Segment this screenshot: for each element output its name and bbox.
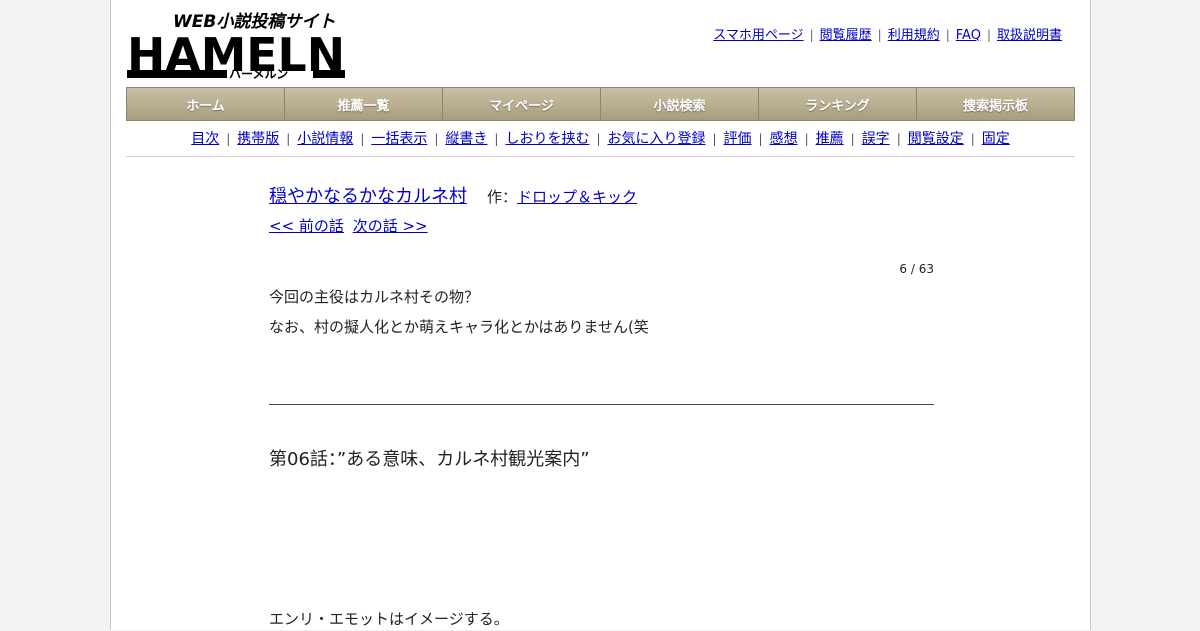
author-link[interactable]: ドロップ＆キック: [517, 188, 637, 206]
subnav-mobile[interactable]: 携帯版: [237, 131, 279, 147]
subnav-pin[interactable]: 固定: [982, 131, 1010, 147]
subnav-show-all[interactable]: 一括表示: [371, 131, 427, 147]
separator: |: [896, 132, 901, 146]
subnav-vertical[interactable]: 縦書き: [445, 131, 487, 147]
body-paragraph: エンリ・エモットはイメージする。: [269, 610, 509, 628]
subnav-comments[interactable]: 感想: [770, 131, 798, 147]
separator: |: [758, 132, 763, 146]
separator: |: [809, 28, 814, 42]
preface-divider: [269, 404, 934, 405]
author-prefix: 作：: [487, 188, 518, 206]
preface: 今回の主役はカルネ村その物？ なお、村の擬人化とか萌えキャラ化とかはありません(…: [269, 282, 934, 342]
subnav-novel-info[interactable]: 小説情報: [297, 131, 353, 147]
top-links: スマホ用ページ | 閲覧履歴 | 利用規約 | FAQ | 取扱説明書: [713, 24, 1062, 43]
top-link-faq[interactable]: FAQ: [956, 28, 981, 43]
separator: |: [712, 132, 717, 146]
novel-title-link[interactable]: 穏やかなるかなカルネ村: [269, 186, 467, 207]
top-link-smartphone[interactable]: スマホ用ページ: [713, 28, 803, 43]
episode-progress: 6 / 63: [899, 262, 934, 276]
chapter-body: エンリ・エモットはイメージする。: [269, 607, 934, 631]
separator: |: [970, 132, 975, 146]
novel-header: 穏やかなるかなカルネ村 作：ドロップ＆キック: [269, 183, 934, 211]
preface-line: 今回の主役はカルネ村その物？: [269, 288, 480, 306]
preface-line: なお、村の擬人化とか萌えキャラ化とかはありません(笑: [269, 318, 649, 336]
subnav-typo[interactable]: 誤字: [862, 131, 890, 147]
subnav-view-settings[interactable]: 閲覧設定: [908, 131, 964, 147]
page-container: WEB小説投稿サイト HAMELN ハーメルン スマホ用ページ | 閲覧履歴 | 利用規…: [110, 0, 1091, 630]
nav-mypage[interactable]: マイページ: [443, 88, 601, 120]
global-nav: ホーム 推薦一覧 マイページ 小説検索 ランキング 捜索掲示板: [126, 87, 1075, 121]
separator: |: [877, 28, 882, 42]
separator: |: [226, 132, 231, 146]
chapter-title: 第06話：”ある意味、カルネ村観光案内”: [269, 449, 590, 470]
next-episode-link[interactable]: 次の話 >>: [353, 217, 428, 235]
separator: |: [360, 132, 365, 146]
separator: |: [596, 132, 601, 146]
separator: |: [804, 132, 809, 146]
svg-text:ハーメルン: ハーメルン: [229, 67, 288, 80]
subnav-rating[interactable]: 評価: [724, 131, 752, 147]
nav-recommendations[interactable]: 推薦一覧: [285, 88, 443, 120]
nav-ranking[interactable]: ランキング: [759, 88, 917, 120]
top-link-manual[interactable]: 取扱説明書: [997, 28, 1062, 43]
separator: |: [286, 132, 291, 146]
separator: |: [986, 28, 991, 42]
separator: |: [945, 28, 950, 42]
subnav-toc[interactable]: 目次: [191, 131, 219, 147]
episode-nav: << 前の話 次の話 >>: [269, 215, 934, 237]
separator: |: [494, 132, 499, 146]
nav-search-board[interactable]: 捜索掲示板: [917, 88, 1074, 120]
prev-episode-link[interactable]: << 前の話: [269, 217, 344, 235]
top-link-terms[interactable]: 利用規約: [888, 28, 940, 43]
separator: |: [850, 132, 855, 146]
subnav-bookmark[interactable]: しおりを挟む: [505, 131, 589, 147]
hameln-logo-image: WEB小説投稿サイト HAMELN ハーメルン: [127, 12, 345, 80]
top-link-history[interactable]: 閲覧履歴: [820, 28, 872, 43]
sub-nav: 目次 | 携帯版 | 小説情報 | 一括表示 | 縦書き | しおりを挟む | お気に入り登録 | 評価 | 感…: [126, 128, 1075, 148]
nav-home[interactable]: ホーム: [127, 88, 285, 120]
subnav-recommend[interactable]: 推薦: [816, 131, 844, 147]
site-logo[interactable]: WEB小説投稿サイト HAMELN ハーメルン: [127, 10, 347, 80]
subnav-divider: [126, 156, 1075, 157]
chapter-content: 穏やかなるかなカルネ村 作：ドロップ＆キック << 前の話 次の話 >> 6 / …: [269, 183, 934, 631]
subnav-favorite[interactable]: お気に入り登録: [608, 131, 706, 147]
nav-novel-search[interactable]: 小説検索: [601, 88, 759, 120]
separator: |: [434, 132, 439, 146]
